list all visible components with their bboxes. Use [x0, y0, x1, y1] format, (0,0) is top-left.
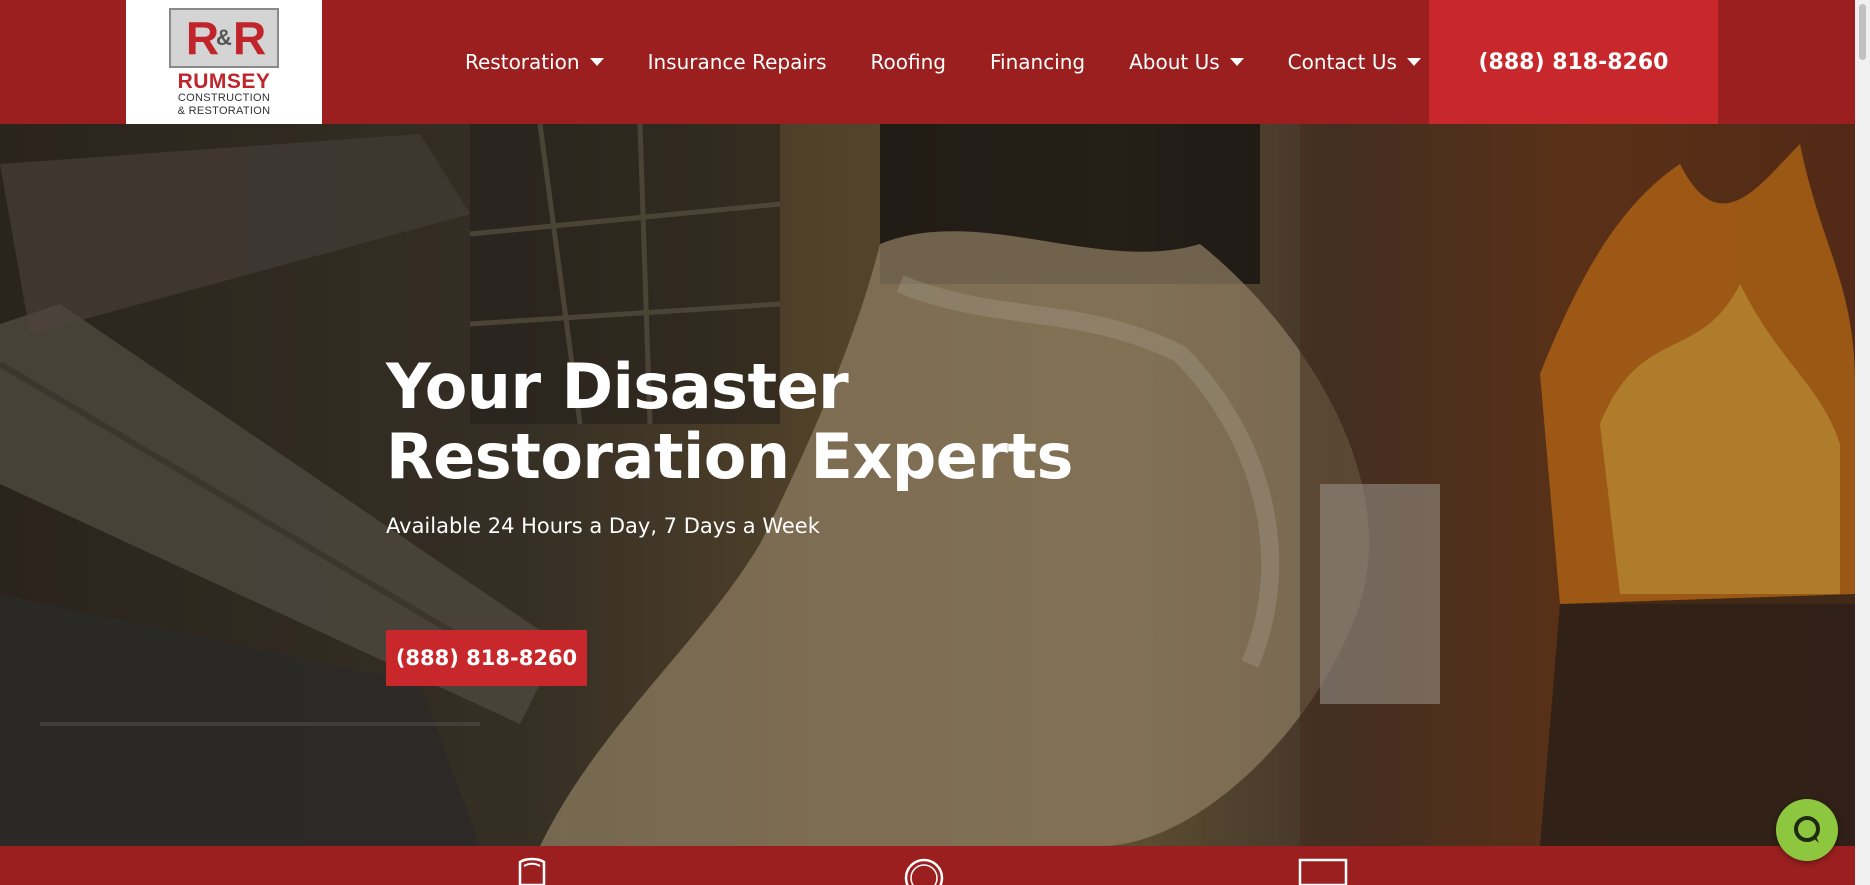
chat-bubble-icon	[1794, 816, 1820, 843]
nav-label: Roofing	[870, 50, 946, 74]
caret-down-icon	[1406, 58, 1421, 66]
nav-item-insurance-repairs[interactable]: Insurance Repairs	[648, 50, 827, 74]
certificate-icon	[1298, 858, 1348, 885]
nav-label: Contact Us	[1287, 50, 1397, 74]
logo-ampersand: &	[216, 25, 232, 50]
features-band	[0, 846, 1855, 885]
main-nav: Restoration Insurance Repairs Roofing Fi…	[465, 0, 1465, 124]
hero-title: Your Disaster Restoration Experts	[386, 352, 1073, 492]
nav-item-restoration[interactable]: Restoration	[465, 50, 604, 74]
nav-label: About Us	[1129, 50, 1220, 74]
nav-label: Financing	[989, 50, 1086, 74]
nav-item-about-us[interactable]: About Us	[1129, 50, 1244, 74]
logo-subtitle-2: & RESTORATION	[177, 105, 271, 117]
header-phone-button[interactable]: (888) 818-8260	[1429, 0, 1718, 124]
company-logo[interactable]: R & R RUMSEY CONSTRUCTION & RESTORATION	[126, 0, 322, 124]
logo-company-name: RUMSEY	[177, 70, 271, 93]
hero-section: Your Disaster Restoration Experts Availa…	[0, 124, 1855, 846]
chat-widget-button[interactable]	[1776, 799, 1838, 861]
nav-item-financing[interactable]: Financing	[990, 50, 1085, 74]
nav-label: Insurance Repairs	[647, 50, 827, 74]
hero-subtitle: Available 24 Hours a Day, 7 Days a Week	[386, 514, 820, 538]
logo-letter-r2: R	[232, 12, 266, 64]
caret-down-icon	[1229, 58, 1244, 66]
caret-down-icon	[589, 58, 604, 66]
nav-item-roofing[interactable]: Roofing	[871, 50, 946, 74]
satisfaction-badge-icon	[904, 858, 944, 885]
logo-subtitle-1: CONSTRUCTION	[177, 92, 271, 104]
hero-title-line-2: Restoration Experts	[386, 420, 1073, 493]
hero-phone-button[interactable]: (888) 818-8260	[386, 630, 587, 686]
nav-label: Restoration	[465, 50, 580, 74]
logo-mark: R & R	[169, 8, 279, 68]
scrollbar-thumb[interactable]	[1859, 4, 1866, 60]
logo-letter-r1: R	[185, 12, 219, 64]
shield-icon	[518, 857, 546, 885]
nav-item-contact-us[interactable]: Contact Us	[1288, 50, 1421, 74]
page-scrollbar[interactable]	[1855, 0, 1870, 885]
site-header: R & R RUMSEY CONSTRUCTION & RESTORATION Re…	[0, 0, 1855, 124]
hero-title-line-1: Your Disaster	[386, 350, 849, 423]
